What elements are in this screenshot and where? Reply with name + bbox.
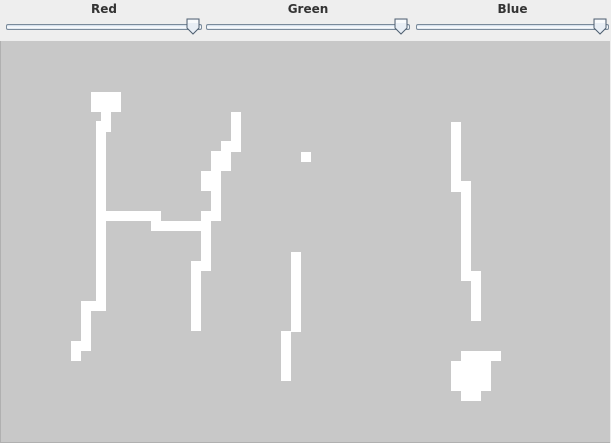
stroke-segment	[81, 336, 91, 351]
blue-slider-label: Blue	[497, 2, 528, 16]
stroke-segment	[211, 191, 221, 221]
stroke-segment	[221, 141, 231, 171]
stroke-segment	[201, 171, 221, 191]
stroke-segment	[291, 252, 301, 332]
drawing-canvas[interactable]	[0, 41, 610, 443]
green-slider-group: Green	[206, 0, 410, 41]
stroke-segment	[101, 211, 161, 221]
blue-slider-group: Blue	[416, 0, 609, 41]
drawing-surface[interactable]	[1, 41, 610, 442]
stroke-segment	[231, 112, 241, 152]
stroke-segment	[201, 211, 211, 271]
green-slider-thumb[interactable]	[394, 18, 408, 35]
stroke-segment	[451, 122, 461, 192]
stroke-segment	[461, 391, 481, 401]
red-slider-group: Red	[6, 0, 202, 41]
red-slider-thumb[interactable]	[186, 18, 200, 35]
stroke-segment	[151, 221, 201, 231]
color-slider-panel: Red Green Blue	[0, 0, 611, 41]
stroke-segment	[71, 341, 81, 361]
stroke-segment	[471, 271, 481, 321]
blue-slider-thumb[interactable]	[593, 18, 607, 35]
stroke-segment	[81, 301, 91, 341]
stroke-segment	[451, 361, 491, 391]
stroke-segment	[461, 351, 501, 361]
blue-slider-track[interactable]	[416, 24, 609, 30]
color-drawing-app: Red Green Blue	[0, 0, 611, 443]
stroke-segment	[91, 301, 101, 311]
stroke-segment	[91, 92, 121, 112]
green-slider-label: Green	[287, 2, 329, 16]
red-slider-track[interactable]	[6, 24, 202, 30]
stroke-segment	[301, 152, 311, 162]
red-slider-label: Red	[91, 2, 117, 16]
freehand-strokes	[71, 92, 501, 401]
stroke-segment	[191, 261, 201, 331]
stroke-segment	[461, 181, 471, 281]
green-slider-track[interactable]	[206, 24, 410, 30]
stroke-segment	[281, 331, 291, 381]
